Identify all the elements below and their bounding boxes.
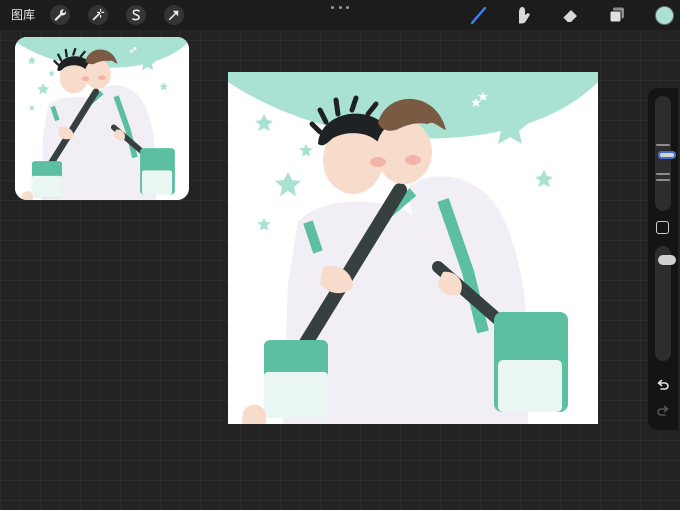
layers-button[interactable] bbox=[605, 3, 629, 27]
reference-window[interactable] bbox=[15, 37, 189, 200]
top-toolbar: 图库 bbox=[0, 0, 680, 30]
adjustments-button[interactable] bbox=[88, 5, 108, 25]
dot bbox=[346, 5, 349, 9]
selection-button[interactable] bbox=[126, 5, 146, 25]
brush-opacity-slider[interactable] bbox=[655, 246, 676, 361]
drawing-canvas[interactable] bbox=[228, 72, 598, 424]
slider-tick bbox=[656, 179, 670, 181]
undo-button[interactable] bbox=[654, 378, 672, 394]
undo-arrow-icon bbox=[657, 379, 669, 390]
modify-button[interactable] bbox=[656, 221, 669, 234]
eraser-tool-button[interactable] bbox=[558, 3, 582, 27]
eraser-icon bbox=[562, 10, 577, 23]
dot bbox=[331, 5, 334, 9]
dot bbox=[338, 5, 342, 9]
slider-tick bbox=[656, 173, 670, 175]
brush-size-slider[interactable] bbox=[655, 96, 676, 211]
actions-button[interactable] bbox=[50, 5, 70, 25]
brush-opacity-handle[interactable] bbox=[658, 255, 676, 265]
brush-size-handle[interactable] bbox=[658, 151, 676, 159]
brush-sidebar bbox=[648, 88, 678, 430]
brush-tool-button[interactable] bbox=[467, 3, 491, 27]
canvas-artwork bbox=[228, 72, 598, 424]
gallery-button[interactable]: 图库 bbox=[11, 7, 35, 23]
wrench-icon bbox=[54, 9, 67, 21]
redo-button[interactable] bbox=[654, 404, 672, 420]
layers-icon bbox=[609, 7, 624, 23]
selection-s-icon bbox=[132, 9, 140, 21]
slider-tick bbox=[656, 144, 670, 146]
transform-button[interactable] bbox=[164, 5, 184, 25]
redo-arrow-icon bbox=[657, 405, 669, 416]
color-picker-swatch[interactable] bbox=[655, 6, 674, 25]
smudge-tool-button[interactable] bbox=[512, 3, 536, 27]
more-options-dots[interactable] bbox=[331, 3, 349, 11]
arrow-transform-icon bbox=[168, 10, 179, 21]
brush-icon bbox=[470, 6, 487, 25]
smudge-icon bbox=[519, 7, 530, 24]
reference-thumbnail-artwork bbox=[15, 37, 189, 200]
magic-wand-icon bbox=[92, 8, 105, 21]
